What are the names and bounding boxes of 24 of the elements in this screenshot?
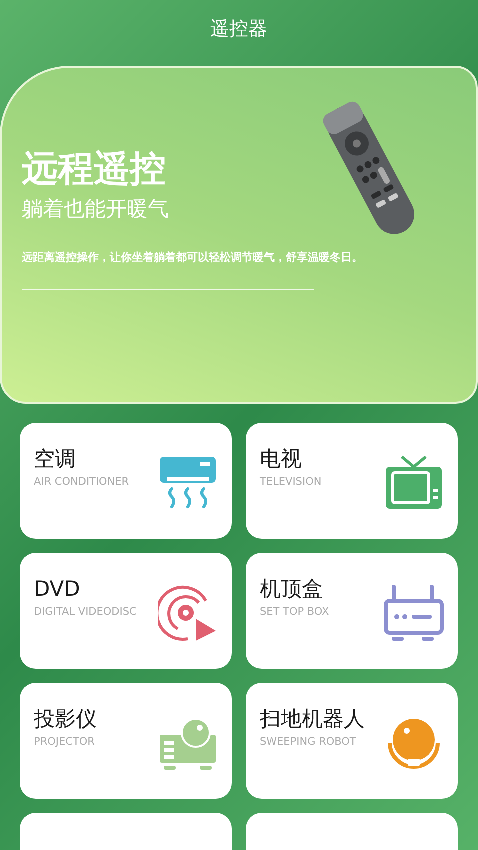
device-english-name: SET TOP BOX bbox=[260, 605, 330, 620]
device-name: 空调 bbox=[34, 446, 77, 473]
page-title: 遥控器 bbox=[210, 16, 268, 42]
device-card[interactable]: 电视 TELEVISION bbox=[246, 423, 458, 539]
banner-headline: 远程遥控 bbox=[22, 148, 167, 192]
banner-description: 远距离遥控操作，让你坐着躺着都可以轻松调节暖气，舒享温暖冬日。 bbox=[22, 250, 364, 266]
device-card[interactable]: 空调 AIR CONDITIONER bbox=[20, 423, 232, 539]
device-name: 投影仪 bbox=[34, 706, 97, 733]
device-english-name: DIGITAL VIDEODISC bbox=[34, 605, 137, 620]
device-english-name: AIR CONDITIONER bbox=[34, 475, 130, 490]
device-english-name: SWEEPING ROBOT bbox=[260, 735, 358, 750]
device-english-name: PROJECTOR bbox=[34, 735, 96, 750]
device-card[interactable]: 投影仪 PROJECTOR bbox=[20, 683, 232, 799]
device-name: 电视 bbox=[260, 446, 303, 473]
device-name: 机顶盒 bbox=[260, 576, 324, 603]
device-card[interactable]: DVD DIGITAL VIDEODISC bbox=[20, 553, 232, 669]
router-icon bbox=[384, 583, 444, 643]
device-name: 扫地机器人 bbox=[260, 706, 365, 733]
device-card[interactable]: 机顶盒 SET TOP BOX bbox=[246, 553, 458, 669]
banner-subtitle: 躺着也能开暖气 bbox=[22, 196, 170, 223]
disc-play-icon bbox=[158, 583, 218, 643]
device-name: DVD bbox=[34, 576, 82, 603]
device-english-name: TELEVISION bbox=[260, 475, 322, 490]
device-card[interactable]: 扫地机器人 SWEEPING ROBOT bbox=[246, 683, 458, 799]
